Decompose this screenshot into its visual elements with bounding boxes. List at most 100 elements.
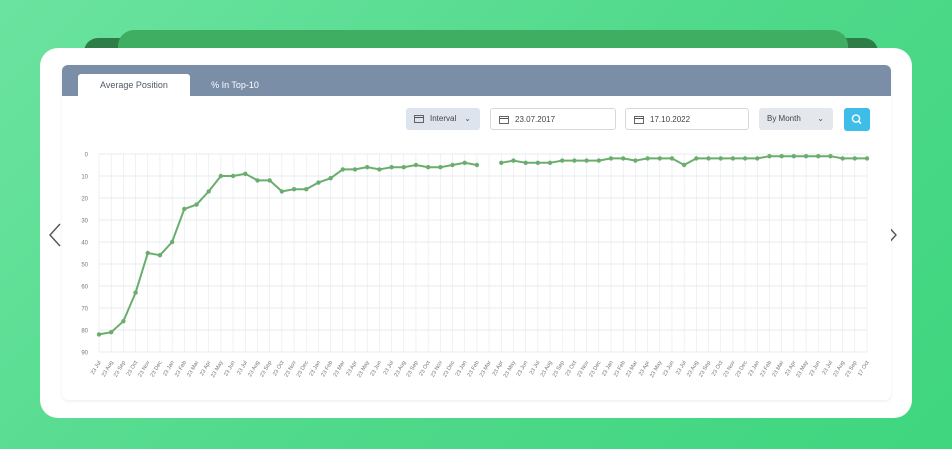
x-tick-label: 23 May bbox=[357, 360, 371, 379]
x-tick-label: 23 Sep bbox=[259, 360, 273, 378]
x-tick-label: 23 Sep bbox=[844, 360, 858, 378]
data-point bbox=[206, 189, 211, 194]
x-tick-label: 23 Jun bbox=[516, 360, 530, 378]
data-point bbox=[669, 156, 675, 161]
data-point bbox=[462, 160, 467, 165]
data-point bbox=[133, 290, 138, 295]
data-point bbox=[96, 332, 102, 337]
data-point bbox=[157, 253, 163, 258]
data-point bbox=[730, 156, 736, 161]
data-point bbox=[450, 162, 455, 168]
series-line bbox=[98, 161, 478, 336]
x-tick-label: 23 Jun bbox=[223, 360, 237, 378]
data-point bbox=[742, 156, 748, 161]
data-point bbox=[620, 156, 626, 161]
data-point bbox=[657, 156, 662, 161]
data-point bbox=[864, 156, 870, 161]
x-tick-label: 23 Sep bbox=[406, 360, 420, 378]
x-tick-label: 23 May bbox=[795, 360, 809, 379]
x-tick-label: 23 Dec bbox=[442, 360, 456, 379]
data-point bbox=[169, 239, 175, 245]
data-point bbox=[267, 178, 272, 183]
data-point bbox=[523, 160, 528, 165]
x-tick-label: 23 Mar bbox=[479, 360, 493, 378]
x-tick-label: 23 Jun bbox=[662, 360, 676, 378]
data-point bbox=[560, 158, 565, 163]
data-point bbox=[791, 154, 797, 159]
y-tick-label: 10 bbox=[81, 175, 88, 181]
data-point bbox=[328, 176, 333, 181]
x-tick-label: 23 Mar bbox=[186, 360, 200, 378]
y-tick-label: 20 bbox=[81, 197, 88, 203]
data-point bbox=[230, 173, 236, 179]
data-point bbox=[108, 330, 114, 335]
x-tick-label: 23 Dec bbox=[296, 360, 310, 379]
data-point bbox=[852, 156, 858, 161]
data-point bbox=[755, 156, 760, 161]
data-point bbox=[803, 154, 809, 159]
x-tick-label: 23 Mar bbox=[771, 360, 785, 378]
data-point bbox=[706, 156, 711, 161]
chart-panel: Average Position % In Top-10 Interval ⌄ … bbox=[62, 65, 891, 400]
data-point bbox=[535, 160, 541, 165]
data-point bbox=[645, 156, 650, 161]
data-point bbox=[633, 158, 638, 163]
data-point bbox=[352, 167, 358, 172]
data-point bbox=[255, 178, 260, 183]
data-point bbox=[584, 158, 589, 163]
data-point bbox=[681, 162, 687, 168]
x-tick-label: 23 Mar bbox=[333, 360, 347, 378]
x-tick-label: 23 Dec bbox=[150, 360, 164, 379]
data-point bbox=[304, 187, 309, 192]
data-point bbox=[364, 165, 370, 170]
data-point bbox=[572, 158, 577, 163]
x-tick-label: 23 Sep bbox=[113, 360, 127, 378]
y-tick-label: 40 bbox=[81, 241, 88, 247]
x-tick-label: 23 Sep bbox=[552, 360, 566, 378]
data-point bbox=[389, 165, 394, 170]
y-tick-label: 50 bbox=[81, 263, 88, 269]
data-point bbox=[218, 173, 224, 179]
data-point bbox=[828, 154, 833, 159]
data-point bbox=[401, 165, 406, 170]
data-point bbox=[718, 156, 723, 161]
data-point bbox=[291, 187, 297, 192]
y-tick-label: 90 bbox=[81, 351, 88, 357]
data-point bbox=[694, 156, 699, 161]
y-tick-label: 60 bbox=[81, 285, 88, 291]
x-tick-label: 23 May bbox=[649, 360, 663, 379]
chevron-left-icon[interactable] bbox=[48, 222, 62, 248]
data-point bbox=[816, 154, 821, 159]
data-point bbox=[316, 180, 321, 185]
x-tick-label: 23 Sep bbox=[698, 360, 712, 378]
x-tick-label: 23 Jun bbox=[370, 360, 384, 378]
y-tick-label: 70 bbox=[81, 307, 88, 313]
data-point bbox=[340, 167, 346, 172]
data-point bbox=[511, 158, 516, 163]
x-tick-label: 23 May bbox=[503, 360, 517, 379]
data-point bbox=[840, 156, 845, 161]
data-point bbox=[377, 167, 382, 172]
data-point bbox=[425, 165, 431, 170]
y-tick-label: 30 bbox=[81, 219, 88, 225]
data-point bbox=[767, 154, 772, 159]
y-tick-label: 80 bbox=[81, 329, 88, 335]
x-tick-label: 23 Mar bbox=[625, 360, 639, 378]
data-point bbox=[547, 160, 553, 165]
x-tick-label: 23 Jun bbox=[808, 360, 822, 378]
data-point bbox=[121, 319, 126, 324]
data-point bbox=[779, 154, 784, 159]
position-line-chart: 010203040506070809023 Jul23 Aug23 Sep23 … bbox=[81, 153, 871, 379]
data-point bbox=[608, 156, 614, 161]
x-tick-label: 17 Oct bbox=[857, 360, 871, 378]
data-point bbox=[279, 189, 285, 194]
data-point bbox=[243, 171, 248, 176]
data-point bbox=[596, 158, 602, 163]
data-point bbox=[438, 165, 443, 170]
data-point bbox=[499, 160, 504, 165]
y-tick-label: 0 bbox=[85, 153, 89, 159]
x-tick-label: 23 Dec bbox=[588, 360, 602, 379]
x-tick-label: 23 Dec bbox=[735, 360, 749, 379]
x-tick-label: 23 May bbox=[210, 360, 224, 379]
data-point bbox=[413, 162, 419, 168]
